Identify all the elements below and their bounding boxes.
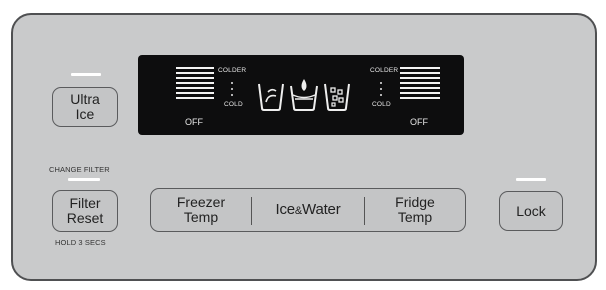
cubed-ice-icon [324, 83, 350, 111]
lock-button[interactable]: Lock [499, 191, 563, 231]
fridge-temp-button[interactable]: Fridge Temp [365, 189, 465, 231]
freezer-temp-label-line1: Freezer [176, 194, 226, 210]
hold-3-secs-label: HOLD 3 SECS [55, 238, 106, 247]
ampersand-label: & [294, 204, 303, 217]
filter-reset-label-line2: Reset [66, 210, 104, 226]
ultra-ice-indicator-light [71, 73, 101, 76]
crushed-ice-icon [258, 83, 284, 111]
freezer-cold-label: COLD [224, 101, 243, 108]
freezer-temp-button[interactable]: Freezer Temp [151, 189, 251, 231]
fridge-colder-label: COLDER [370, 67, 399, 74]
fridge-cold-label: COLD [372, 101, 391, 108]
fridge-temp-level-bars [400, 67, 440, 102]
ultra-ice-button[interactable]: Ultra Ice [52, 87, 118, 127]
filter-reset-button[interactable]: Filter Reset [52, 190, 118, 232]
freezer-colder-label: COLDER [218, 67, 247, 74]
status-display: COLDER COLD OFF COLDER COLD OFF [138, 55, 464, 135]
ultra-ice-label-line2: Ice [75, 106, 95, 122]
freezer-off-label: OFF [185, 117, 203, 127]
water-icon [290, 79, 318, 111]
fridge-dots [380, 82, 382, 100]
water-label: Water [302, 200, 341, 218]
ice-water-label: Ice&Water [275, 202, 340, 219]
change-filter-indicator-light [68, 178, 100, 181]
fridge-off-label: OFF [410, 117, 428, 127]
ultra-ice-label-line1: Ultra [70, 91, 100, 107]
freezer-temp-level-bars [176, 67, 214, 102]
fridge-temp-label-line2: Temp [397, 209, 433, 225]
lock-label: Lock [516, 202, 546, 219]
fridge-temp-label-line1: Fridge [395, 194, 435, 210]
filter-reset-label-line1: Filter [69, 195, 101, 211]
lock-indicator-light [516, 178, 546, 181]
change-filter-label: CHANGE FILTER [49, 165, 110, 174]
ice-label: Ice [275, 200, 295, 218]
freezer-temp-label-line2: Temp [183, 209, 219, 225]
freezer-dots [231, 82, 233, 100]
ice-water-button[interactable]: Ice&Water [252, 189, 364, 231]
center-control-bar: Freezer Temp Ice&Water Fridge Temp [150, 188, 466, 232]
